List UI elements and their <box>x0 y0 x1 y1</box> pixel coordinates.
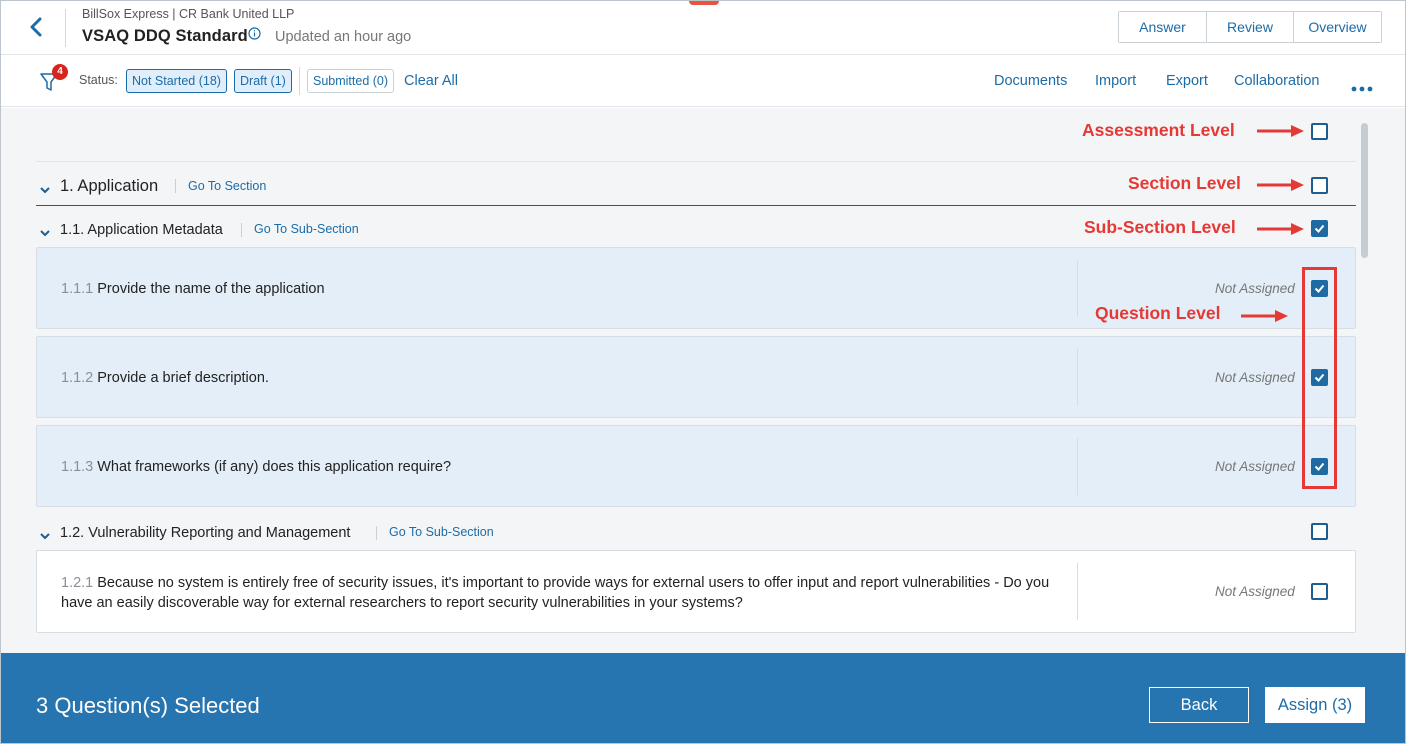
selection-footer: 3 Question(s) Selected Back Assign (3) <box>1 653 1405 743</box>
go-link-separator <box>175 179 176 193</box>
question-text: 1.1.2 Provide a brief description. <box>61 368 269 388</box>
question-card[interactable]: 1.1.2 Provide a brief description. Not As… <box>36 336 1356 418</box>
page-title: VSAQ DDQ Standard <box>82 27 248 45</box>
question-text: 1.2.1 Because no system is entirely free … <box>61 573 1071 613</box>
questionnaire-content: 1. Application Go To Section 1.1. Applic… <box>1 108 1405 653</box>
chip-separator <box>299 67 300 95</box>
annotation-arrow-icon <box>1257 124 1305 143</box>
chevron-down-icon[interactable] <box>39 527 51 540</box>
card-divider <box>1077 260 1078 317</box>
question-number: 1.1.2 <box>61 370 94 386</box>
back-button[interactable]: Back <box>1149 687 1249 723</box>
question-label: Provide the name of the application <box>97 281 325 297</box>
question-text: 1.1.3 What frameworks (if any) does this … <box>61 457 451 477</box>
documents-link[interactable]: Documents <box>994 73 1067 89</box>
assignee-status: Not Assigned <box>1215 281 1295 296</box>
assignee-status: Not Assigned <box>1215 459 1295 474</box>
question-checkbox[interactable] <box>1311 583 1328 600</box>
question-number: 1.2.1 <box>61 575 94 591</box>
info-icon[interactable] <box>248 27 261 40</box>
question-card[interactable]: 1.1.3 What frameworks (if any) does this … <box>36 425 1356 507</box>
go-link-separator <box>241 223 242 237</box>
assessment-level-annotation: Assessment Level <box>1082 120 1235 140</box>
status-chip-submitted[interactable]: Submitted (0) <box>307 69 395 93</box>
annotation-arrow-icon <box>1257 222 1305 241</box>
subsection-title: 1.2. Vulnerability Reporting and Managem… <box>60 525 351 541</box>
subsection-level-annotation: Sub-Section Level <box>1084 217 1236 237</box>
go-to-subsection-link[interactable]: Go To Sub-Section <box>254 222 359 236</box>
assessment-divider <box>36 161 1356 162</box>
vertical-scrollbar[interactable] <box>1361 123 1368 258</box>
question-label: Because no system is entirely free of se… <box>61 575 1050 611</box>
question-card[interactable]: 1.2.1 Because no system is entirely free … <box>36 550 1356 633</box>
go-to-section-link[interactable]: Go To Section <box>188 179 266 193</box>
answer-mode-button[interactable]: Answer <box>1119 12 1207 42</box>
section-underline <box>36 205 1356 206</box>
assignee-status: Not Assigned <box>1215 584 1295 599</box>
question-number: 1.1.1 <box>61 281 94 297</box>
chevron-down-icon[interactable] <box>39 224 51 237</box>
top-header: BillSox Express | CR Bank United LLP VSA… <box>1 1 1405 55</box>
overview-mode-button[interactable]: Overview <box>1294 12 1381 42</box>
subsection-level-checkbox[interactable] <box>1311 220 1328 237</box>
assignee-status: Not Assigned <box>1215 370 1295 385</box>
go-to-subsection-link[interactable]: Go To Sub-Section <box>389 525 494 539</box>
question-label: What frameworks (if any) does this appli… <box>97 459 452 475</box>
status-chip-not-started[interactable]: Not Started (18) <box>126 69 227 93</box>
import-link[interactable]: Import <box>1095 73 1136 89</box>
selected-count-text: 3 Question(s) Selected <box>36 693 260 718</box>
status-chip-draft[interactable]: Draft (1) <box>234 69 292 93</box>
back-arrow-icon[interactable] <box>27 15 47 39</box>
question-label: Provide a brief description. <box>97 370 269 386</box>
header-divider <box>65 9 66 47</box>
annotation-arrow-icon <box>1241 309 1289 328</box>
app-window: BillSox Express | CR Bank United LLP VSA… <box>0 0 1406 744</box>
assign-button[interactable]: Assign (3) <box>1265 687 1365 723</box>
question-level-highlight-box <box>1302 267 1337 489</box>
question-number: 1.1.3 <box>61 459 94 475</box>
subsection-title: 1.1. Application Metadata <box>60 222 223 238</box>
more-options-icon[interactable] <box>1351 79 1373 92</box>
chevron-down-icon[interactable] <box>39 181 51 194</box>
filter-count-badge: 4 <box>52 64 68 80</box>
question-level-annotation: Question Level <box>1095 303 1221 323</box>
card-divider <box>1077 349 1078 406</box>
collaboration-link[interactable]: Collaboration <box>1234 73 1319 89</box>
breadcrumb: BillSox Express | CR Bank United LLP <box>82 7 295 21</box>
mode-switcher: Answer Review Overview <box>1118 11 1382 43</box>
review-mode-button[interactable]: Review <box>1207 12 1294 42</box>
section-level-checkbox[interactable] <box>1311 177 1328 194</box>
section-title: 1. Application <box>60 177 159 195</box>
status-label: Status: <box>79 73 118 87</box>
clear-all-link[interactable]: Clear All <box>404 73 458 89</box>
annotation-arrow-icon <box>1257 178 1305 197</box>
subsection-level-checkbox[interactable] <box>1311 523 1328 540</box>
card-divider <box>1077 438 1078 495</box>
updated-timestamp: Updated an hour ago <box>275 29 412 45</box>
filter-toolbar: 4 Status: Not Started (18) Draft (1) Sub… <box>1 55 1405 107</box>
notification-tab[interactable] <box>689 1 719 5</box>
assessment-level-checkbox[interactable] <box>1311 123 1328 140</box>
question-text: 1.1.1 Provide the name of the application <box>61 279 325 299</box>
card-divider <box>1077 563 1078 620</box>
go-link-separator <box>376 526 377 540</box>
export-link[interactable]: Export <box>1166 73 1208 89</box>
section-level-annotation: Section Level <box>1128 173 1241 193</box>
